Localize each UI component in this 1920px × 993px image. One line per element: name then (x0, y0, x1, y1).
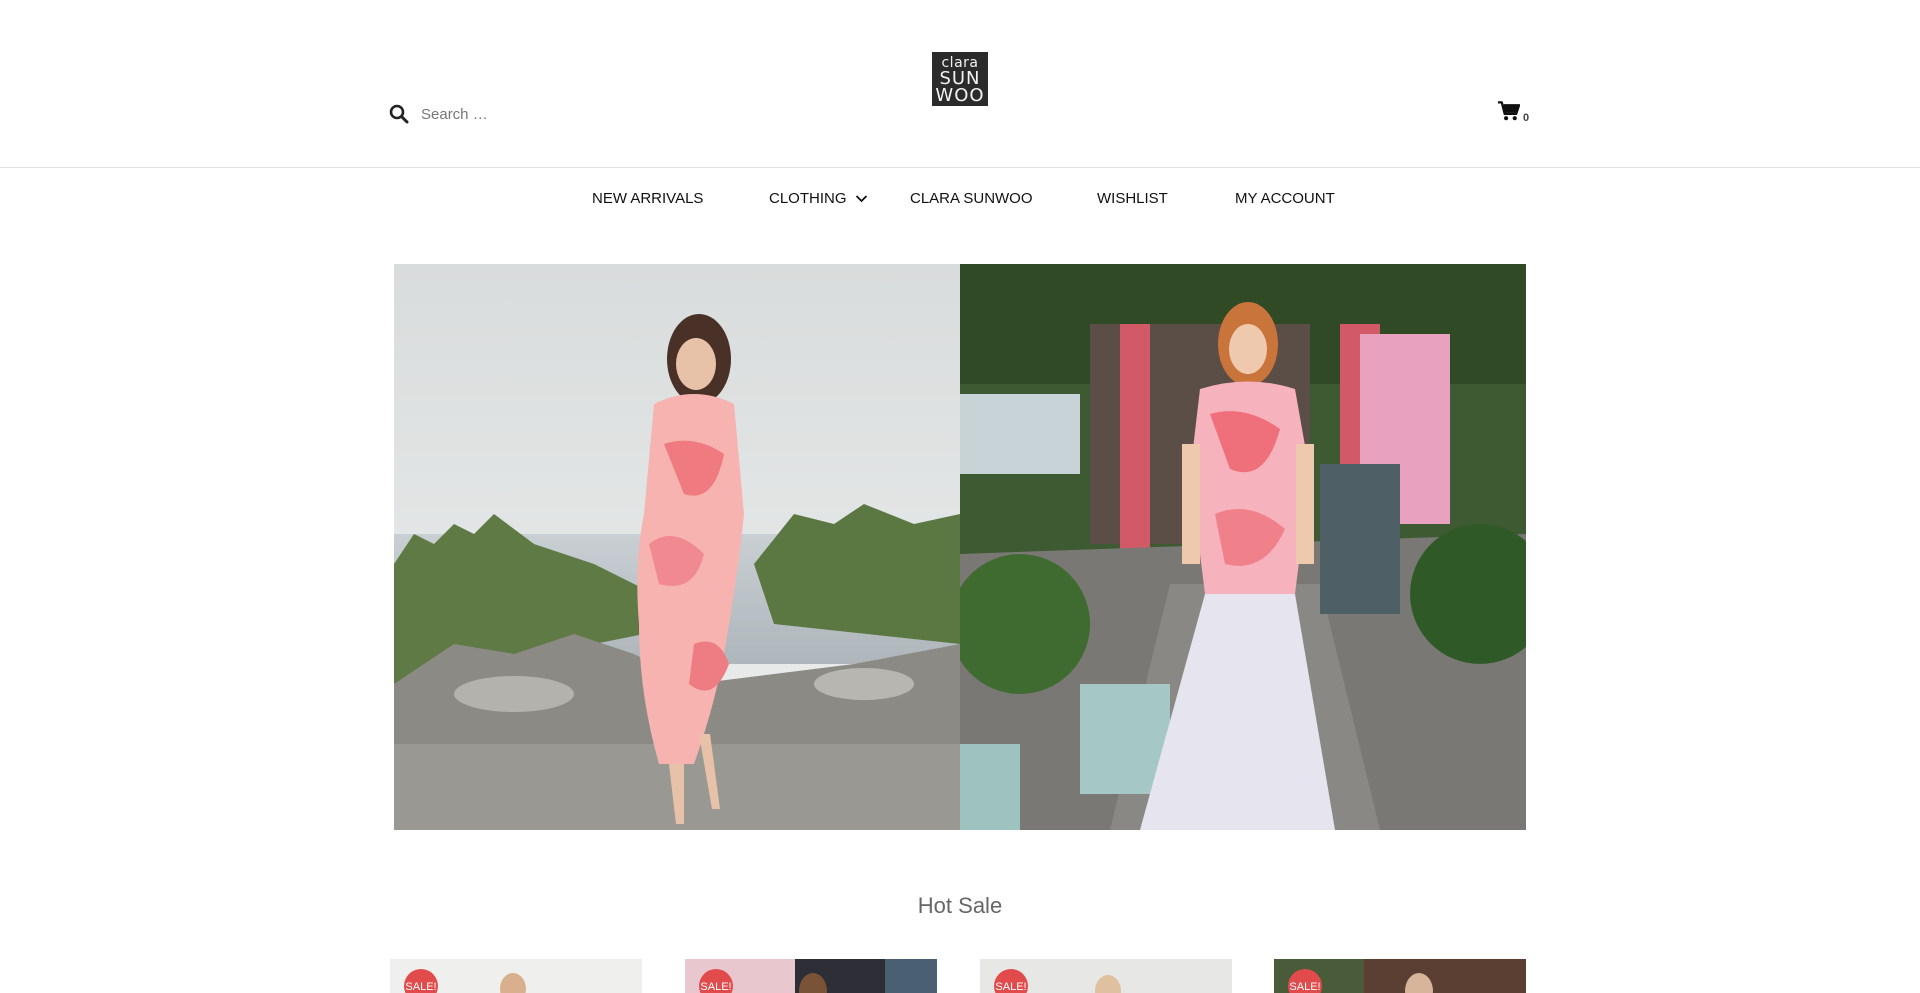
hero-banner (394, 264, 1526, 830)
nav-item-clothing-label: CLOTHING (769, 190, 847, 207)
product-card[interactable]: SALE! (685, 959, 937, 993)
nav-item-clothing[interactable]: CLOTHING (769, 190, 868, 207)
cart-count: 0 (1523, 112, 1530, 124)
hero-image-left[interactable] (394, 264, 960, 830)
site-logo[interactable]: clara SUN WOO (932, 52, 988, 106)
product-card[interactable]: SALE! (390, 959, 642, 993)
hero-photo-garden (960, 264, 1526, 830)
product-card[interactable]: SALE! (1274, 959, 1526, 993)
search-input[interactable] (421, 105, 681, 123)
hero-image-right[interactable] (960, 264, 1526, 830)
site-header: clara SUN WOO 0 (0, 0, 1920, 168)
search-bar (389, 100, 681, 128)
cart-button[interactable]: 0 (1497, 100, 1530, 124)
shopping-cart-icon (1497, 101, 1520, 121)
nav-item-wishlist[interactable]: WISHLIST (1097, 190, 1168, 207)
nav-item-new-arrivals[interactable]: NEW ARRIVALS (592, 190, 703, 207)
main-navigation: NEW ARRIVALS CLOTHING CLARA SUNWOO WISHL… (0, 168, 1920, 232)
nav-item-my-account[interactable]: MY ACCOUNT (1235, 190, 1335, 207)
logo-line-3: WOO (935, 84, 985, 106)
product-card[interactable]: SALE! (980, 959, 1232, 993)
chevron-down-icon[interactable] (855, 192, 868, 205)
search-icon[interactable] (389, 104, 409, 124)
nav-item-clara-sunwoo[interactable]: CLARA SUNWOO (910, 190, 1033, 207)
logo-line-2: SUN (939, 67, 981, 89)
hero-photo-waterfront (394, 264, 960, 830)
section-title-hot-sale: Hot Sale (917, 893, 1003, 918)
